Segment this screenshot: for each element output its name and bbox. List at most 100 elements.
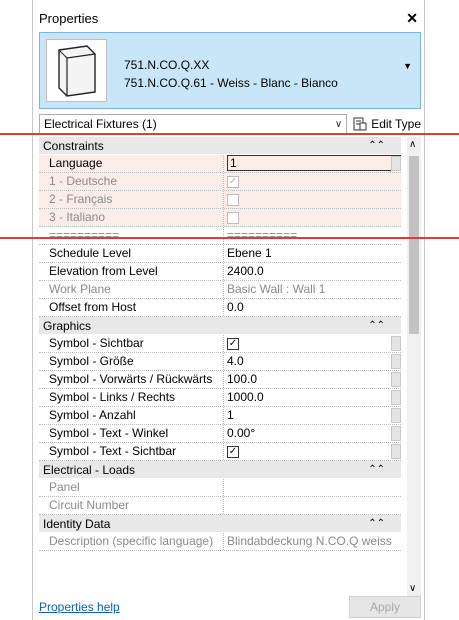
property-row[interactable]: ========== ========== — [39, 227, 401, 245]
collapse-icon[interactable]: ⌃⌃ — [368, 464, 385, 475]
scrollbar-thumb[interactable] — [409, 156, 419, 334]
property-name: Symbol - Text - Winkel — [39, 425, 224, 442]
property-value-text: Blindabdeckung N.CO.Q weiss — [227, 534, 392, 548]
group-label: Electrical - Loads — [43, 462, 136, 477]
associate-parameter-button[interactable] — [391, 426, 401, 441]
property-value: ✓ — [224, 173, 401, 190]
chevron-down-icon: ∨ — [334, 118, 343, 130]
property-row[interactable]: Symbol - Sichtbar ✓ — [39, 335, 401, 353]
collapse-icon[interactable]: ⌃⌃ — [368, 140, 385, 151]
property-name: ========== — [39, 227, 224, 244]
property-value — [224, 479, 401, 496]
group-header-identity-data[interactable]: Identity Data ⌃⌃ — [39, 515, 401, 533]
property-value-text: 100.0 — [227, 372, 258, 386]
edit-type-icon — [353, 117, 367, 131]
property-name: Elevation from Level — [39, 263, 224, 280]
property-row[interactable]: Panel — [39, 479, 401, 497]
properties-help-link[interactable]: Properties help — [39, 600, 120, 614]
edit-type-button[interactable]: Edit Type — [347, 117, 421, 131]
property-checkbox — [227, 212, 239, 225]
close-icon[interactable]: ✕ — [406, 10, 418, 27]
group-header-graphics[interactable]: Graphics ⌃⌃ — [39, 317, 401, 335]
type-family-name: 751.N.CO.Q.XX — [124, 58, 210, 72]
properties-grid: Constraints ⌃⌃ Language 1 1 - Deutsche ✓ 2 - F… — [39, 137, 401, 551]
category-filter-dropdown[interactable]: Electrical Fixtures (1) ∨ — [39, 114, 348, 134]
associate-parameter-button[interactable] — [391, 372, 401, 387]
language-input[interactable]: 1 — [227, 155, 401, 171]
property-name: Description (specific language) — [39, 533, 224, 550]
type-selector[interactable]: 751.N.CO.Q.XX 751.N.CO.Q.61 - Weiss - Bl… — [39, 32, 421, 109]
property-value[interactable]: 1 — [224, 155, 401, 172]
property-row[interactable]: Language 1 — [39, 155, 401, 173]
property-name: Offset from Host — [39, 299, 224, 316]
property-name: 2 - Français — [39, 191, 224, 208]
property-row[interactable]: Schedule Level Ebene 1 — [39, 245, 401, 263]
property-name: Symbol - Anzahl — [39, 407, 224, 424]
property-row[interactable]: Symbol - Anzahl 1 — [39, 407, 401, 425]
property-row[interactable]: Description (specific language) Blindabde… — [39, 533, 401, 551]
property-value[interactable]: 2400.0 — [224, 263, 401, 280]
property-row[interactable]: Work Plane Basic Wall : Wall 1 — [39, 281, 401, 299]
property-value-text: Ebene 1 — [227, 246, 272, 260]
property-checkbox[interactable]: ✓ — [227, 338, 239, 351]
property-value[interactable]: 0.00° — [224, 425, 401, 442]
property-value[interactable]: ✓ — [224, 335, 401, 352]
property-value[interactable]: 1000.0 — [224, 389, 401, 406]
property-row[interactable]: Symbol - Vorwärts / Rückwärts 100.0 — [39, 371, 401, 389]
property-row[interactable]: 3 - Italiano — [39, 209, 401, 227]
group-header-electrical-loads[interactable]: Electrical - Loads ⌃⌃ — [39, 461, 401, 479]
properties-palette: Properties ✕ 751.N.CO.Q.XX 751.N.CO.Q.61… — [32, 0, 425, 620]
associate-parameter-button[interactable] — [391, 156, 401, 171]
group-label: Graphics — [43, 318, 92, 333]
title-bar: Properties ✕ — [33, 0, 424, 30]
property-row[interactable]: Offset from Host 0.0 — [39, 299, 401, 317]
property-name: Circuit Number — [39, 497, 224, 514]
scroll-up-icon[interactable]: ∧ — [409, 139, 416, 150]
associate-parameter-button[interactable] — [391, 336, 401, 351]
property-name: Symbol - Größe — [39, 353, 224, 370]
property-name: Symbol - Vorwärts / Rückwärts — [39, 371, 224, 388]
apply-button[interactable]: Apply — [349, 596, 421, 618]
property-checkbox[interactable]: ✓ — [227, 446, 239, 459]
associate-parameter-button[interactable] — [391, 390, 401, 405]
property-value: ========== — [224, 227, 401, 244]
property-row[interactable]: Symbol - Größe 4.0 — [39, 353, 401, 371]
associate-parameter-button[interactable] — [391, 354, 401, 369]
collapse-icon[interactable]: ⌃⌃ — [368, 320, 385, 331]
associate-parameter-button[interactable] — [391, 408, 401, 423]
group-label: Constraints — [43, 138, 104, 153]
palette-footer: Properties help Apply — [39, 596, 421, 618]
property-value: Blindabdeckung N.CO.Q weiss — [224, 533, 401, 550]
type-dropdown-arrow-icon[interactable]: ▼ — [403, 61, 412, 71]
property-value[interactable]: 0.0 — [224, 299, 401, 316]
associate-parameter-button[interactable] — [391, 444, 401, 459]
property-checkbox — [227, 194, 239, 207]
group-label: Identity Data — [43, 516, 111, 531]
property-row[interactable]: Elevation from Level 2400.0 — [39, 263, 401, 281]
palette-title: Properties — [39, 10, 99, 26]
property-value[interactable]: 100.0 — [224, 371, 401, 388]
property-value-text: 0.00° — [227, 426, 256, 440]
property-value[interactable]: Ebene 1 — [224, 245, 401, 262]
property-checkbox: ✓ — [227, 176, 239, 189]
scroll-down-icon[interactable]: ∨ — [409, 583, 416, 594]
property-value-text: 1000.0 — [227, 390, 264, 404]
property-name: 3 - Italiano — [39, 209, 224, 226]
property-value[interactable]: ✓ — [224, 443, 401, 460]
property-value[interactable]: 4.0 — [224, 353, 401, 370]
property-row[interactable]: Circuit Number — [39, 497, 401, 515]
property-row[interactable]: 2 - Français — [39, 191, 401, 209]
property-row[interactable]: Symbol - Text - Winkel 0.00° — [39, 425, 401, 443]
category-label: Electrical Fixtures (1) — [44, 117, 157, 131]
edit-type-label: Edit Type — [371, 117, 421, 131]
collapse-icon[interactable]: ⌃⌃ — [368, 518, 385, 529]
property-value: Basic Wall : Wall 1 — [224, 281, 401, 298]
property-name: Panel — [39, 479, 224, 496]
property-value — [224, 191, 401, 208]
property-value[interactable]: 1 — [224, 407, 401, 424]
property-row[interactable]: Symbol - Text - Sichtbar ✓ — [39, 443, 401, 461]
property-row[interactable]: Symbol - Links / Rechts 1000.0 — [39, 389, 401, 407]
property-row[interactable]: 1 - Deutsche ✓ — [39, 173, 401, 191]
group-header-constraints[interactable]: Constraints ⌃⌃ — [39, 137, 401, 155]
vertical-scrollbar[interactable]: ∧ ∨ — [407, 137, 421, 596]
